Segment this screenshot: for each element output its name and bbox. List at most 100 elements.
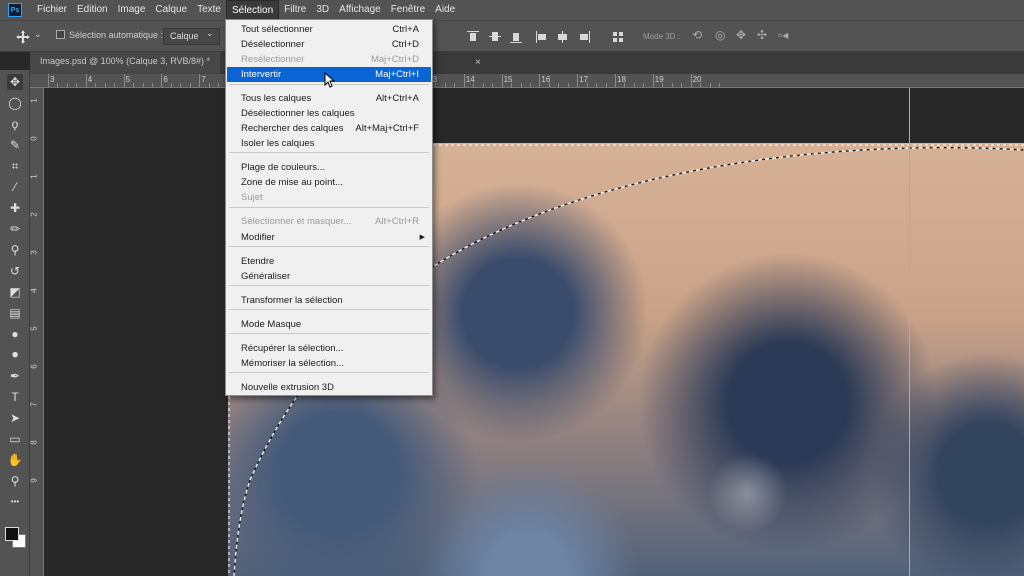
align-right-icon[interactable]	[578, 31, 590, 43]
scale-3d-icon[interactable]: ▫◂	[778, 28, 788, 42]
horizontal-ruler[interactable]: 34567891011121314151617181920	[30, 74, 1024, 88]
clone-stamp-tool-icon[interactable]: ⚲	[7, 242, 23, 258]
move-tool-icon[interactable]: ✥	[7, 74, 23, 90]
align-bottom-icon[interactable]	[510, 31, 522, 43]
menu-separator	[229, 372, 429, 373]
rectangle-tool-icon[interactable]: ▭	[7, 431, 23, 447]
menu-item-tous-les-calques[interactable]: Tous les calques Alt+Ctrl+A	[227, 91, 431, 106]
path-selection-tool-icon[interactable]: ➤	[7, 410, 23, 426]
gradient-tool-icon[interactable]: ▤	[7, 305, 23, 321]
menu-item-memoriser-la-selection[interactable]: Mémoriser la sélection...	[227, 356, 431, 371]
ruler-subtick	[454, 83, 456, 87]
menu-affichage[interactable]: Affichage	[334, 0, 386, 20]
menu-3d[interactable]: 3D	[311, 0, 334, 20]
auto-select-target-select[interactable]: Calque	[163, 28, 220, 45]
menu-item-label: Modifier	[241, 232, 275, 243]
lasso-tool-icon[interactable]: ϙ	[7, 116, 23, 132]
marquee-tool-icon[interactable]: ◯	[7, 95, 23, 111]
quick-selection-tool-icon[interactable]: ✎	[7, 137, 23, 153]
menu-item-nouvelle-extrusion-3d[interactable]: Nouvelle extrusion 3D	[227, 380, 431, 395]
ruler-tick	[652, 74, 654, 87]
pen-tool-icon[interactable]: ✒	[7, 368, 23, 384]
align-left-icon[interactable]	[536, 31, 548, 43]
distribute-icon[interactable]	[612, 31, 624, 43]
ruler-subtick	[76, 83, 78, 87]
zoom-tool-icon[interactable]: ⚲	[7, 473, 23, 489]
menu-item-deselectionner-les-calques[interactable]: Désélectionner les calques	[227, 106, 431, 121]
eraser-tool-icon[interactable]: ◩	[7, 284, 23, 300]
checkbox-icon	[56, 30, 65, 39]
menu-item-shortcut: Ctrl+A	[392, 24, 419, 35]
move-tool-icon[interactable]	[16, 30, 30, 44]
roll-3d-icon[interactable]: ◎	[715, 28, 725, 42]
menu-item-transformer-la-selection[interactable]: Transformer la sélection	[227, 293, 431, 308]
ruler-subtick	[718, 83, 720, 87]
document-tab-bar: Images.psd @ 100% (Calque 3, RVB/8#) * ×	[30, 52, 1024, 74]
document-tab[interactable]: Images.psd @ 100% (Calque 3, RVB/8#) *	[30, 52, 221, 74]
crop-tool-icon[interactable]: ⌗	[7, 158, 23, 174]
menu-item-shortcut: Alt+Ctrl+A	[375, 93, 419, 104]
menu-item-shortcut: Ctrl+D	[391, 39, 419, 50]
vertical-ruler[interactable]: 1 0 1 2 3 4 5 6 7 8 9	[30, 88, 44, 576]
menu-item-zone-de-mise-au-point[interactable]: Zone de mise au point...	[227, 175, 431, 190]
history-brush-tool-icon[interactable]: ↺	[7, 263, 23, 279]
dodge-tool-icon[interactable]: ⚫	[7, 347, 23, 363]
mode-3d-label: Mode 3D :	[643, 32, 680, 41]
hand-tool-icon[interactable]: ✋	[7, 452, 23, 468]
align-vertical-center-icon[interactable]	[489, 31, 501, 43]
menu-fenetre[interactable]: Fenêtre	[386, 0, 430, 20]
orbit-3d-icon[interactable]: ⟲	[692, 28, 702, 42]
menu-item-label: Isoler les calques	[241, 138, 315, 149]
menu-texte[interactable]: Texte	[192, 0, 226, 20]
menu-item-rechercher-des-calques[interactable]: Rechercher des calques Alt+Maj+Ctrl+F	[227, 121, 431, 136]
menu-item-generaliser[interactable]: Généraliser	[227, 269, 431, 284]
menu-item-tout-selectionner[interactable]: Tout sélectionner Ctrl+A	[227, 22, 431, 37]
ruler-subtick	[435, 83, 437, 87]
menu-item-label: Rechercher des calques	[241, 123, 344, 134]
align-horizontal-center-icon[interactable]	[557, 31, 569, 43]
blur-tool-icon[interactable]: ●	[7, 326, 23, 342]
menu-calque[interactable]: Calque	[150, 0, 192, 20]
eyedropper-tool-icon[interactable]: ⁄	[7, 179, 23, 195]
close-tab-icon[interactable]: ×	[475, 57, 481, 68]
menu-aide[interactable]: Aide	[430, 0, 460, 20]
ruler-number: 6	[163, 75, 168, 84]
menu-selection[interactable]: Sélection	[226, 0, 280, 20]
tool-preset-chevron-icon[interactable]: ⌄	[34, 29, 42, 40]
ruler-subtick	[444, 83, 446, 87]
menu-image[interactable]: Image	[113, 0, 151, 20]
type-tool-icon[interactable]: T	[7, 389, 23, 405]
align-top-icon[interactable]	[467, 31, 479, 43]
slide-3d-icon[interactable]: ✣	[757, 28, 767, 42]
brush-tool-icon[interactable]: ✏	[7, 221, 23, 237]
more-tools-icon[interactable]: •••	[7, 494, 23, 510]
menu-fichier[interactable]: Fichier	[32, 0, 72, 20]
menu-item-mode-masque[interactable]: Mode Masque	[227, 317, 431, 332]
menu-item-plage-de-couleurs[interactable]: Plage de couleurs...	[227, 160, 431, 175]
menu-separator	[229, 152, 429, 153]
ruler-subtick	[681, 83, 683, 87]
submenu-arrow-icon: ▶	[419, 234, 425, 241]
ruler-number: 2	[29, 212, 39, 217]
ruler-subtick	[643, 83, 645, 87]
menu-item-label: Tous les calques	[241, 93, 312, 104]
menu-item-recuperer-la-selection[interactable]: Récupérer la sélection...	[227, 341, 431, 356]
menu-item-label: Intervertir	[241, 69, 282, 80]
auto-select-checkbox[interactable]: Sélection automatique :	[56, 30, 163, 40]
menu-item-etendre[interactable]: Etendre	[227, 254, 431, 269]
toolbox: ✥ ◯ ϙ ✎ ⌗ ⁄ ✚ ✏ ⚲ ↺ ◩ ▤ ● ⚫ ✒ T ➤ ▭ ✋ ⚲ •••	[0, 70, 30, 576]
ruler-number: 7	[29, 402, 39, 407]
vertical-guide[interactable]	[909, 88, 910, 576]
menu-edition[interactable]: Edition	[72, 0, 113, 20]
menu-item-modifier[interactable]: Modifier ▶	[227, 230, 431, 245]
foreground-color-swatch[interactable]	[5, 527, 19, 541]
menu-filtre[interactable]: Filtre	[279, 0, 311, 20]
menu-item-deselectionner[interactable]: Désélectionner Ctrl+D	[227, 37, 431, 52]
healing-brush-tool-icon[interactable]: ✚	[7, 200, 23, 216]
ruler-tick	[539, 74, 541, 87]
menu-item-reselectionner: Resélectionner Maj+Ctrl+D	[227, 52, 431, 67]
ruler-subtick	[492, 83, 494, 87]
menu-item-label: Récupérer la sélection...	[241, 343, 344, 354]
drag-3d-icon[interactable]: ✥	[736, 28, 746, 42]
menu-item-isoler-les-calques[interactable]: Isoler les calques	[227, 136, 431, 151]
